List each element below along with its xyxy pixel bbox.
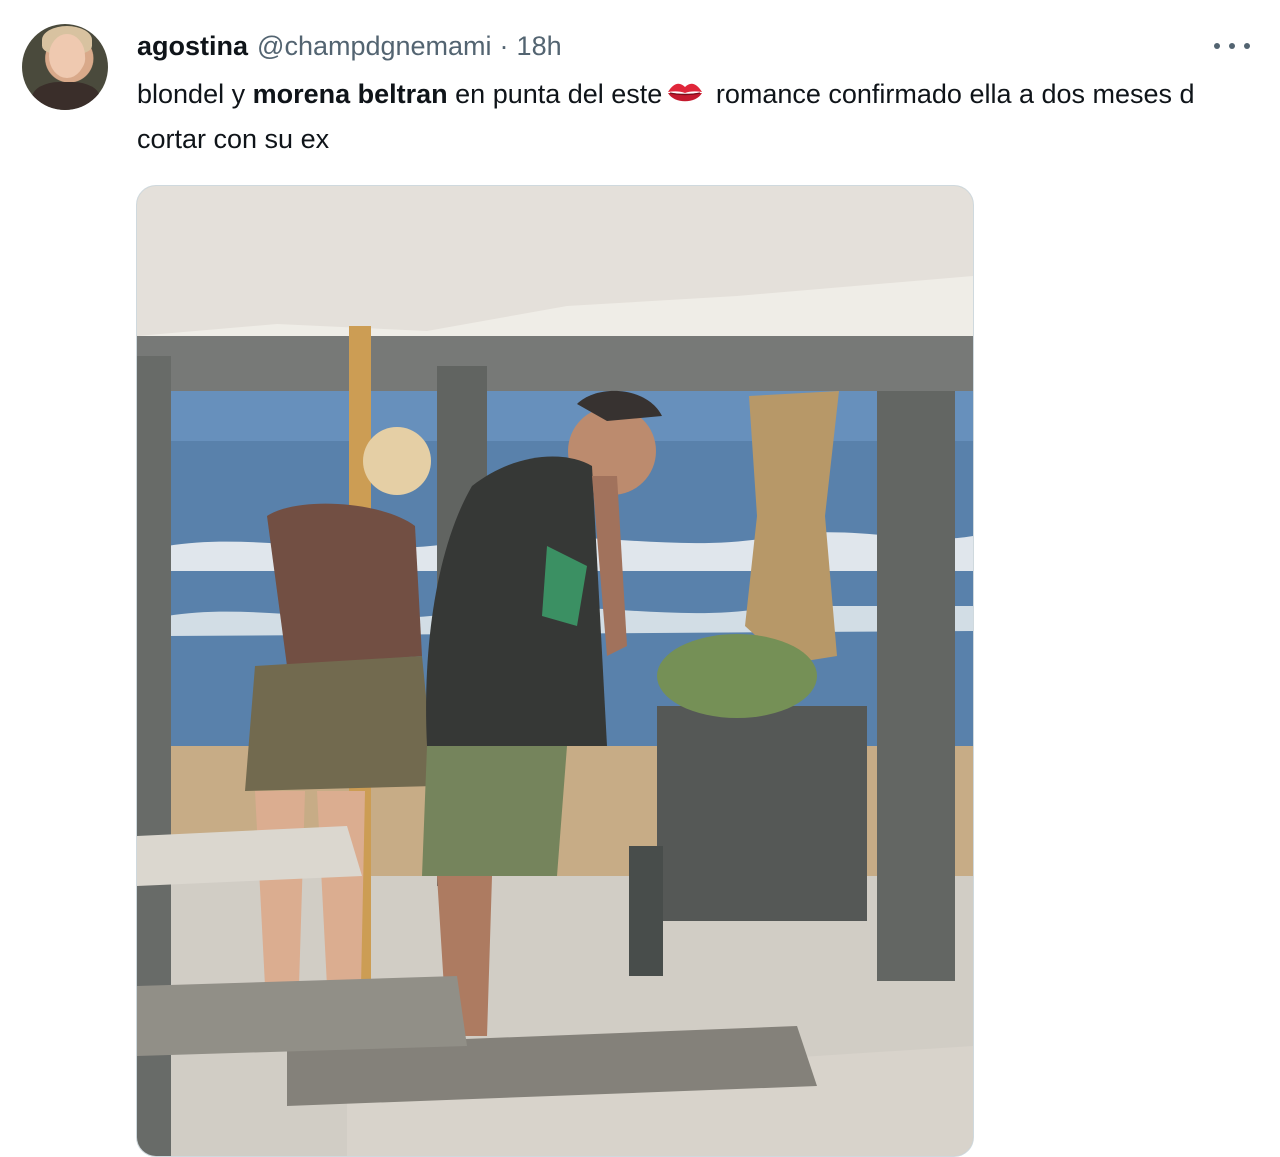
timestamp[interactable]: 18h xyxy=(517,31,562,62)
tweet-text-bold: morena beltran xyxy=(252,79,448,109)
tweet-text-part: blondel y xyxy=(137,79,253,109)
tweet-photo[interactable] xyxy=(136,185,974,1157)
avatar[interactable] xyxy=(22,24,108,110)
tweet-text-part: en punta del este xyxy=(447,79,663,109)
tweet-text: blondel y morena beltran en punta del es… xyxy=(137,74,1257,160)
avatar-body xyxy=(32,82,100,110)
user-handle[interactable]: @champdgnemami xyxy=(257,31,492,62)
tweet-header: agostina @champdgnemami · 18h xyxy=(137,28,562,64)
beach-photo xyxy=(137,186,973,1156)
tweet[interactable]: agostina @champdgnemami · 18h blondel y … xyxy=(0,0,1280,1157)
kiss-mark-icon xyxy=(666,78,704,119)
display-name[interactable]: agostina xyxy=(137,31,248,62)
more-horizontal-icon[interactable] xyxy=(1214,36,1250,56)
separator-dot: · xyxy=(499,30,509,61)
avatar-face xyxy=(49,34,85,78)
